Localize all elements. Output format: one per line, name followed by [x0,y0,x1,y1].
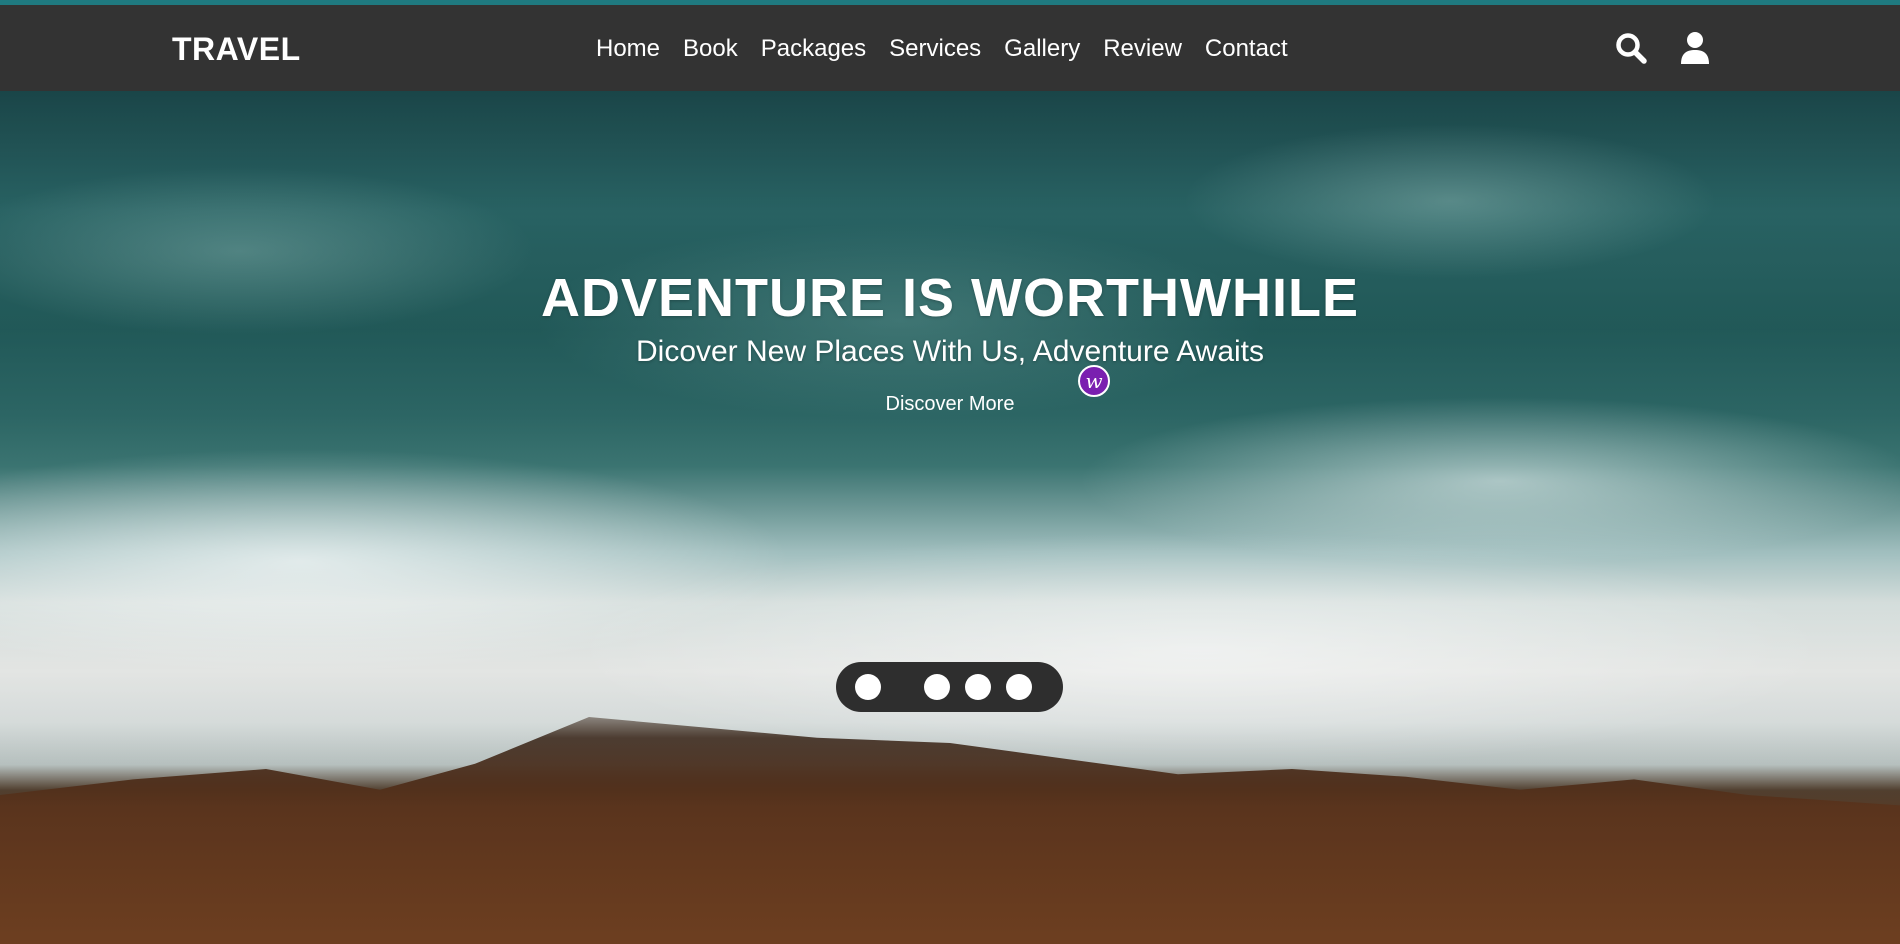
hero-content: ADVENTURE IS WORTHWHILE Dicover New Plac… [0,268,1900,416]
logo[interactable]: TRAVEL [172,31,301,68]
extension-badge-icon[interactable]: w [1078,365,1110,397]
nav-home[interactable]: Home [596,34,660,64]
top-accent-line [0,0,1900,5]
hero-subtitle: Dicover New Places With Us, Adventure Aw… [635,335,1265,368]
search-icon[interactable] [1612,29,1650,67]
main-nav: Home Book Packages Services Gallery Revi… [596,34,1311,64]
nav-book[interactable]: Book [683,34,738,64]
slider-controls [836,662,1063,712]
header-icons [1612,29,1714,67]
hero-section [0,91,1900,944]
nav-contact[interactable]: Contact [1205,34,1288,64]
slide-dot-4[interactable] [1006,674,1032,700]
hero-title: ADVENTURE IS WORTHWHILE [541,268,1359,328]
slide-dot-1[interactable] [855,674,881,700]
nav-packages[interactable]: Packages [761,34,866,64]
slide-dot-3[interactable] [965,674,991,700]
nav-services[interactable]: Services [889,34,981,64]
user-icon[interactable] [1676,29,1714,67]
site-header: TRAVEL Home Book Packages Services Galle… [0,5,1900,91]
nav-review[interactable]: Review [1103,34,1182,64]
slide-dot-2[interactable] [924,674,950,700]
discover-more-button[interactable]: Discover More [886,392,1015,416]
nav-gallery[interactable]: Gallery [1004,34,1080,64]
